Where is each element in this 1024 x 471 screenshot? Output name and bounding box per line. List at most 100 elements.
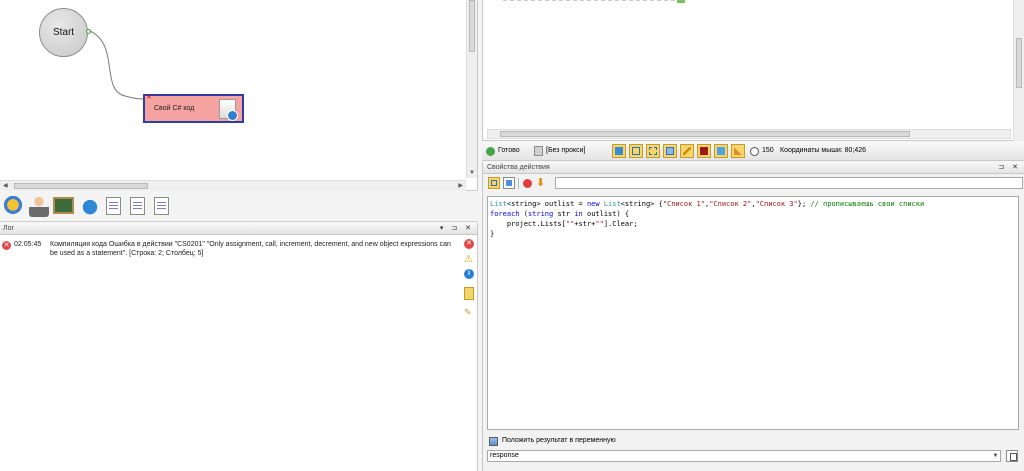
cut-off-text xyxy=(503,0,683,1)
monitor-icon[interactable] xyxy=(714,144,728,158)
copy-icon[interactable] xyxy=(1006,450,1018,462)
browser-horizontal-scrollbar[interactable] xyxy=(487,129,1011,139)
clear-log-icon[interactable]: ✎ xyxy=(464,307,474,317)
code-token: }; xyxy=(797,200,811,208)
panel-header-buttons[interactable]: ▾ ⊐ ✕ xyxy=(440,224,474,232)
arrow-down-icon[interactable]: ⬇ xyxy=(536,177,548,189)
panel-header-buttons[interactable]: ⊐ ✕ xyxy=(998,163,1021,171)
frame-icon[interactable] xyxy=(629,144,643,158)
start-node-port[interactable] xyxy=(86,29,91,34)
flash-icon[interactable] xyxy=(697,144,711,158)
layout-icon[interactable] xyxy=(488,177,500,189)
filter-errors-icon[interactable]: ✕ xyxy=(464,239,474,249)
proxy-icon xyxy=(534,146,543,156)
document-icon[interactable] xyxy=(106,197,121,215)
error-marker-icon: ✕ xyxy=(146,94,152,101)
save-result-checkbox[interactable] xyxy=(489,437,498,446)
code-token: <string> xyxy=(620,200,655,208)
scroll-thumb[interactable] xyxy=(469,0,475,52)
code-token: foreach xyxy=(490,210,520,218)
user-icon[interactable] xyxy=(29,195,49,217)
gears-icon[interactable] xyxy=(4,195,24,217)
code-token: List xyxy=(599,200,621,208)
window-icon[interactable] xyxy=(663,144,677,158)
scroll-left-icon[interactable]: ◀ xyxy=(3,182,8,189)
filter-warnings-icon[interactable]: ⚠ xyxy=(464,255,474,265)
code-token: { xyxy=(654,200,663,208)
status-bar: Готово [Без прокси] 150 Координаты мыши:… xyxy=(482,142,1024,161)
log-entry-time: 02:05:45 xyxy=(14,241,42,248)
code-token: in xyxy=(574,210,583,218)
error-icon: ✕ xyxy=(2,241,11,250)
code-token: outlist) { xyxy=(582,210,630,218)
bug-icon[interactable] xyxy=(80,195,100,217)
code-editor[interactable]: List<string> outlist = new List<string> … xyxy=(487,196,1019,430)
timeout-value[interactable]: 150 xyxy=(762,147,774,154)
canvas-horizontal-scrollbar[interactable]: ◀ ▶ xyxy=(0,180,466,191)
props-toolbar: ⬇ xyxy=(483,175,1024,192)
log-entry[interactable]: ✕ 02:05:45 Компиляция кода Ошибка в дейс… xyxy=(2,239,462,269)
document-icon[interactable] xyxy=(130,197,145,215)
code-token: ( xyxy=(519,210,528,218)
log-panel: Лог ▾ ⊐ ✕ ✕ 02:05:45 Компиляция кода Оши… xyxy=(0,223,478,471)
csharp-code-icon xyxy=(219,99,238,121)
document-icon[interactable] xyxy=(154,197,169,215)
start-node[interactable]: Start xyxy=(39,8,88,57)
browser-panel xyxy=(482,0,1024,141)
scroll-thumb[interactable] xyxy=(14,183,148,189)
code-token: "Список 1" xyxy=(662,200,705,208)
board-icon[interactable] xyxy=(53,197,74,214)
code-token: +str+ xyxy=(574,220,596,228)
result-variable-input[interactable]: response xyxy=(487,450,1001,462)
proxy-text[interactable]: [Без прокси] xyxy=(546,147,586,154)
code-token: "Список 3" xyxy=(755,200,798,208)
code-token: "Список 2" xyxy=(709,200,752,208)
action-node-label: Свой C# код xyxy=(154,105,195,112)
code-token: string xyxy=(527,210,554,218)
clock-icon xyxy=(750,147,759,156)
log-panel-title: Лог xyxy=(3,225,15,232)
log-filter-toolbar: ✕ ⚠ i ✎ xyxy=(462,239,476,329)
props-panel-header: Свойства действия ⊐ ✕ xyxy=(483,162,1024,174)
cut-off-marker xyxy=(677,0,685,3)
project-canvas[interactable]: Start ✕ Свой C# код ▼ ◀ ▶ xyxy=(0,0,478,191)
record-icon[interactable] xyxy=(523,179,532,188)
select-region-icon[interactable] xyxy=(646,144,660,158)
filter-toggle-icon[interactable] xyxy=(464,287,474,300)
code-token: List xyxy=(490,200,507,208)
code-token: str xyxy=(553,210,575,218)
action-toolbox xyxy=(0,192,478,222)
screen-icon[interactable] xyxy=(612,144,626,158)
action-node-csharp[interactable]: ✕ Свой C# код xyxy=(143,94,244,123)
canvas-vertical-scrollbar[interactable]: ▼ xyxy=(466,0,477,178)
props-search-input[interactable] xyxy=(555,177,1023,189)
code-token: outlist = xyxy=(540,200,587,208)
mouse-coordinates: Координаты мыши: 80;426 xyxy=(780,147,867,154)
chevron-down-icon[interactable]: ▼ xyxy=(991,451,1000,461)
code-comment: // прописываешь свои списки xyxy=(810,200,925,208)
status-text: Готово xyxy=(498,147,520,154)
log-panel-header: Лог ▾ ⊐ ✕ xyxy=(0,223,477,235)
code-line: } xyxy=(490,230,495,238)
scroll-down-icon[interactable]: ▼ xyxy=(469,170,475,176)
scroll-thumb[interactable] xyxy=(1016,38,1022,88)
code-token: ].Clear; xyxy=(603,220,638,228)
ready-status-icon xyxy=(486,147,495,156)
action-properties-panel: Свойства действия ⊐ ✕ ⬇ List<string> out… xyxy=(482,162,1024,471)
toolbar-divider xyxy=(518,178,519,189)
save-result-label: Положить результат в переменную xyxy=(502,437,616,444)
app-window: Start ✕ Свой C# код ▼ ◀ ▶ Лог ▾ ⊐ ✕ ✕ 02… xyxy=(0,0,1024,471)
scroll-right-icon[interactable]: ▶ xyxy=(458,182,463,189)
filter-info-icon[interactable]: i xyxy=(464,269,474,279)
window-icon[interactable] xyxy=(503,177,515,189)
code-token: "" xyxy=(595,220,604,228)
scroll-thumb[interactable] xyxy=(500,131,910,137)
code-line: project.Lists[""+str+""].Clear; xyxy=(490,219,1016,229)
code-token: project.Lists[ xyxy=(490,220,566,228)
code-token: <string> xyxy=(506,200,541,208)
start-node-label: Start xyxy=(52,27,75,38)
lightning-icon[interactable] xyxy=(680,144,694,158)
browser-vertical-scrollbar[interactable] xyxy=(1013,0,1024,141)
eraser-icon[interactable] xyxy=(731,144,745,158)
code-token: new xyxy=(586,200,600,208)
